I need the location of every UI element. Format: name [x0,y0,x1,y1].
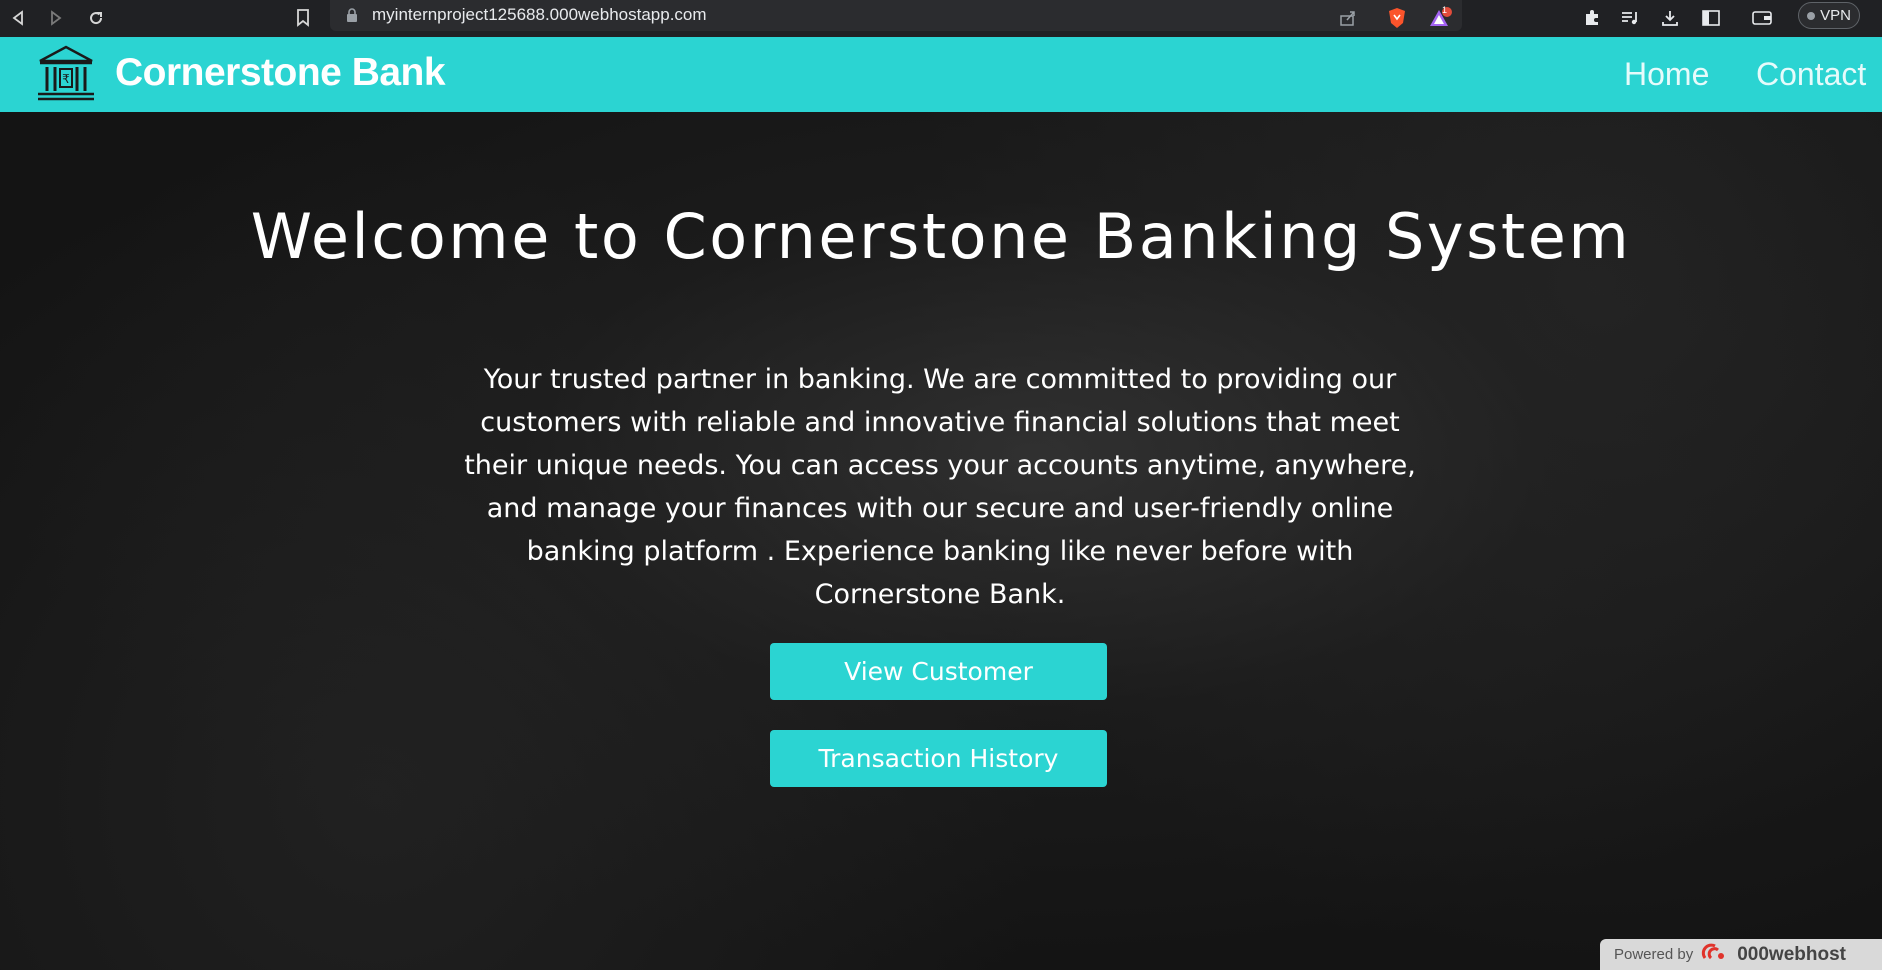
wallet-icon[interactable] [1748,4,1776,32]
hero-section: Welcome to Cornerstone Banking System Yo… [0,112,1882,970]
bank-logo-icon[interactable]: ₹ [36,43,96,103]
download-icon[interactable] [1656,4,1684,32]
forward-icon[interactable] [42,4,70,32]
svg-text:₹: ₹ [62,72,70,86]
vpn-status-icon [1807,11,1816,20]
nav-contact-link[interactable]: Contact [1756,56,1866,93]
brave-shield-icon[interactable] [1383,4,1411,32]
extensions-icon[interactable] [1578,4,1606,32]
powered-by-brand: 000webhost [1737,943,1846,965]
powered-by-label: Powered by [1614,946,1694,963]
nav-home-link[interactable]: Home [1624,56,1709,93]
transaction-history-button[interactable]: Transaction History [770,730,1107,787]
hero-description: Your trusted partner in banking. We are … [464,364,1416,610]
back-icon[interactable] [4,4,32,32]
rewards-icon[interactable]: 1 [1427,4,1455,32]
reload-icon[interactable] [82,4,110,32]
view-customer-button[interactable]: View Customer [770,643,1107,700]
sidebar-icon[interactable] [1697,4,1725,32]
vpn-label: VPN [1820,7,1851,24]
browser-toolbar: myinternproject125688.000webhostapp.com … [0,0,1882,37]
vpn-button[interactable]: VPN [1798,2,1860,29]
share-icon[interactable] [1334,4,1362,32]
bookmark-icon[interactable] [289,4,317,32]
rewards-badge: 1 [1442,5,1448,15]
brand-name[interactable]: Cornerstone Bank [115,51,446,95]
hero-title: Welcome to Cornerstone Banking System [250,200,1632,273]
powered-by-badge[interactable]: Powered by 000webhost [1600,939,1882,970]
playlist-icon[interactable] [1617,4,1645,32]
lock-icon [346,8,358,28]
webhost-logo-icon [1701,942,1729,967]
url-text: myinternproject125688.000webhostapp.com [372,5,707,24]
site-header: ₹ Cornerstone Bank Home Contact [0,37,1882,112]
